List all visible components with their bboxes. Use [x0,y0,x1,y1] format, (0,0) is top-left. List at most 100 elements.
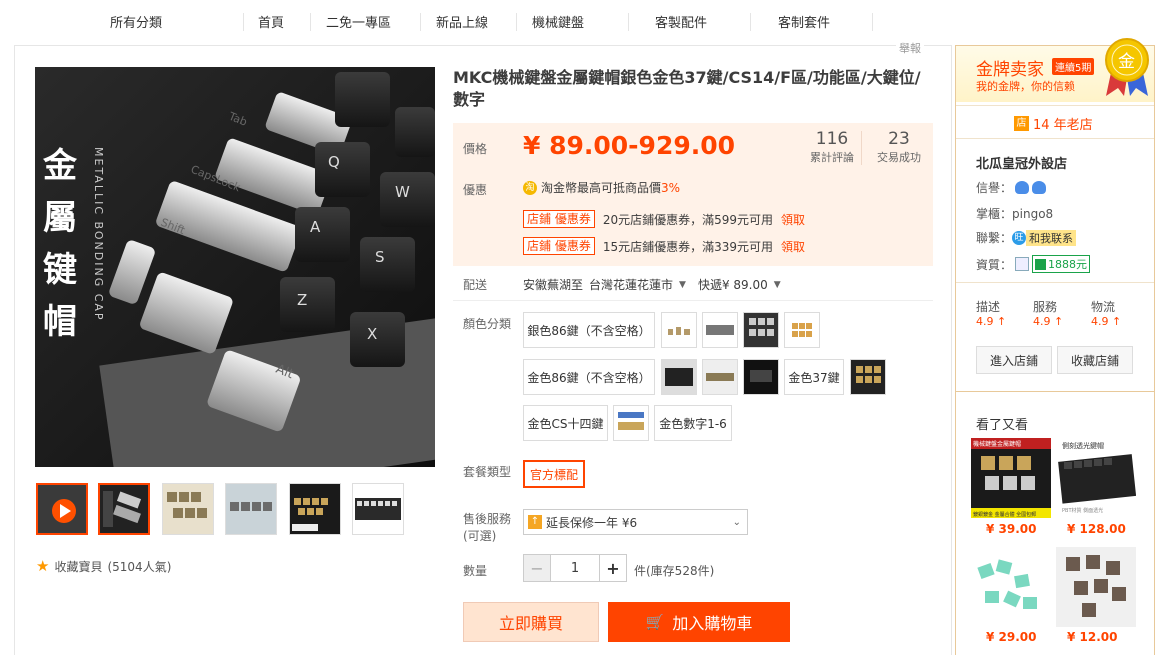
top-navigation: 所有分類 首頁 二免一專區 新品上線 機械鍵盤 客製配件 客制套件 [0,0,1162,42]
shop-age: 店 14 年老店 [1014,114,1093,133]
color-option-gold-37[interactable]: 金色37鍵 [784,359,844,395]
contact-row: 聯繫： 旺 和我联系 [976,229,1077,246]
key-q: Q [328,153,340,171]
credit-row: 信譽： [976,179,1047,196]
claim-coupon-link[interactable]: 領取 [781,238,805,255]
coupon-tag: 店鋪 優惠券 [523,237,595,255]
color-option-thumb[interactable] [743,359,779,395]
nav-mechanical-keyboards[interactable]: 機械鍵盤 [532,12,584,31]
arrow-up-icon: ↑ [1112,315,1122,328]
report-link[interactable]: 舉報 [896,40,924,56]
keyboard-thumb-icon [662,360,696,394]
thumbnail-1[interactable] [98,483,150,535]
color-option-thumb[interactable] [661,312,697,348]
chat-icon: 旺 [1012,230,1027,245]
favorite-shop-button[interactable]: 收藏店鋪 [1057,346,1133,374]
deposit-badge[interactable]: 1888元 [1032,255,1091,273]
quantity-input[interactable]: 1 [550,555,600,581]
coin-percent: 3% [661,180,681,195]
color-option-thumb[interactable] [613,405,649,441]
thumbnail-video[interactable] [36,483,88,535]
add-to-cart-button[interactable]: 🛒 加入購物車 [608,602,790,642]
reviews-label: 累計評論 [810,151,854,164]
chevron-down-icon[interactable]: ▼ [774,280,781,290]
nav-home[interactable]: 首頁 [258,12,284,31]
package-option-official[interactable]: 官方標配 [523,460,585,488]
color-option-thumb[interactable] [784,312,820,348]
also-viewed-item-1[interactable]: 機械鍵盤金屬鍵帽 鍍銀鍍金 金屬合體 全國包郵 [971,438,1051,518]
main-product-image[interactable]: Tab CapsLock Shift Alt Q W A S Z X 金 屬 键… [35,67,435,467]
color-option-gold-86[interactable]: 金色86鍵（不含空格） [523,359,655,395]
license-icon[interactable] [1015,257,1030,271]
nav-promo-zone[interactable]: 二免一專區 [326,12,391,31]
color-option-gold-numbers[interactable]: 金色數字1-6 [654,405,732,441]
reviews-count: 116 [815,129,849,149]
nav-custom-parts[interactable]: 客製配件 [655,12,707,31]
thumbnail-4[interactable] [289,483,341,535]
keyboard-photo: Tab CapsLock Shift Alt Q W A S Z X 金 屬 键… [35,67,435,467]
contact-button[interactable]: 和我联系 [1026,229,1077,246]
coin-icon: 淘 [523,180,537,195]
quantity-stepper: − 1 + [523,554,627,582]
color-option-thumb[interactable] [743,312,779,348]
metallic-subtitle: METALLIC BONDING CAP [92,147,105,322]
nav-separator [243,13,244,31]
also-viewed-price-1: ¥ 39.00 [986,522,1037,536]
also-viewed-item-4[interactable] [1056,547,1136,627]
nav-new-arrivals[interactable]: 新品上線 [436,12,488,31]
stock-text: 件(庫存528件) [634,564,715,578]
shop-name[interactable]: 北瓜皇冠外設店 [976,153,1067,172]
keycaps-thumb-icon [703,313,737,347]
color-option-thumb[interactable] [702,312,738,348]
nav-separator [628,13,629,31]
quantity-minus-button[interactable]: − [524,555,550,581]
cart-icon: 🛒 [645,613,665,631]
thumbnail-2[interactable] [162,483,214,535]
quantity-plus-button[interactable]: + [600,555,626,581]
favorite-item[interactable]: ★ 收藏寶貝 (5104人氣) [36,557,171,575]
nav-custom-kits[interactable]: 客制套件 [778,12,830,31]
buy-now-button[interactable]: 立即購買 [463,602,599,642]
keycaps-thumb-icon [290,484,340,534]
key-w: W [395,183,410,201]
sales-stat: 23 交易成功 [871,129,927,165]
color-option-thumb[interactable] [850,359,886,395]
coupon-row-1: 店鋪 優惠券 20元店鋪優惠券，滿599元可用 領取 [523,210,805,228]
enter-shop-button[interactable]: 進入店鋪 [976,346,1052,374]
favorite-count: (5104人氣) [107,559,172,574]
keycaps-thumb-icon [662,313,696,347]
reviews-stat[interactable]: 116 累計評論 [807,129,857,165]
sales-count: 23 [888,129,910,149]
nav-separator [872,13,873,31]
svg-text:機械鍵盤金屬鍵帽: 機械鍵盤金屬鍵帽 [973,440,1021,448]
stat-divider [861,131,862,165]
key-x: X [367,325,377,343]
also-viewed-item-2[interactable]: 側刻透光鍵帽 PBT材質 側面透光 [1056,438,1136,518]
keycaps-product-image: 機械鍵盤金屬鍵帽鍍銀鍍金 金屬合體 全國包郵 [971,438,1051,518]
coupon-row-2: 店鋪 優惠券 15元店鋪優惠券，滿339元可用 領取 [523,237,805,255]
keyboard-thumb-icon [100,485,148,533]
contact-label: 聯繫： [976,231,1013,245]
also-viewed-item-3[interactable] [971,547,1051,627]
coupon-tag: 店鋪 優惠券 [523,210,595,228]
color-option-gold-cs14[interactable]: 金色CS十四鍵 [523,405,608,441]
color-option-thumb[interactable] [661,359,697,395]
thumbnail-3[interactable] [225,483,277,535]
deposit-amount: 1888元 [1048,258,1088,271]
chevron-down-icon[interactable]: ▼ [679,280,686,290]
nav-all-categories[interactable]: 所有分類 [110,12,162,31]
shipping-destination[interactable]: 台灣花蓮花蓮市 [589,276,673,293]
color-option-thumb[interactable] [702,359,738,395]
claim-coupon-link[interactable]: 領取 [781,211,805,228]
shield-icon: ↑ [528,515,542,529]
product-title: MKC機械鍵盤金屬鍵帽銀色金色37鍵/CS14/F區/功能區/大鍵位/數字 [453,68,921,109]
key-a: A [310,218,321,236]
service-select[interactable]: ↑ 延長保修一年 ¥6 ⌄ [523,509,748,535]
rating-name: 描述 [976,300,1001,314]
keyboard-thumb-icon [353,484,403,534]
keycaps-thumb-icon [614,406,648,440]
keeper-row: 掌櫃：pingo8 [976,205,1053,222]
color-option-silver-86[interactable]: 銀色86鍵（不含空格） [523,312,655,348]
nav-separator [750,13,751,31]
thumbnail-5[interactable] [352,483,404,535]
